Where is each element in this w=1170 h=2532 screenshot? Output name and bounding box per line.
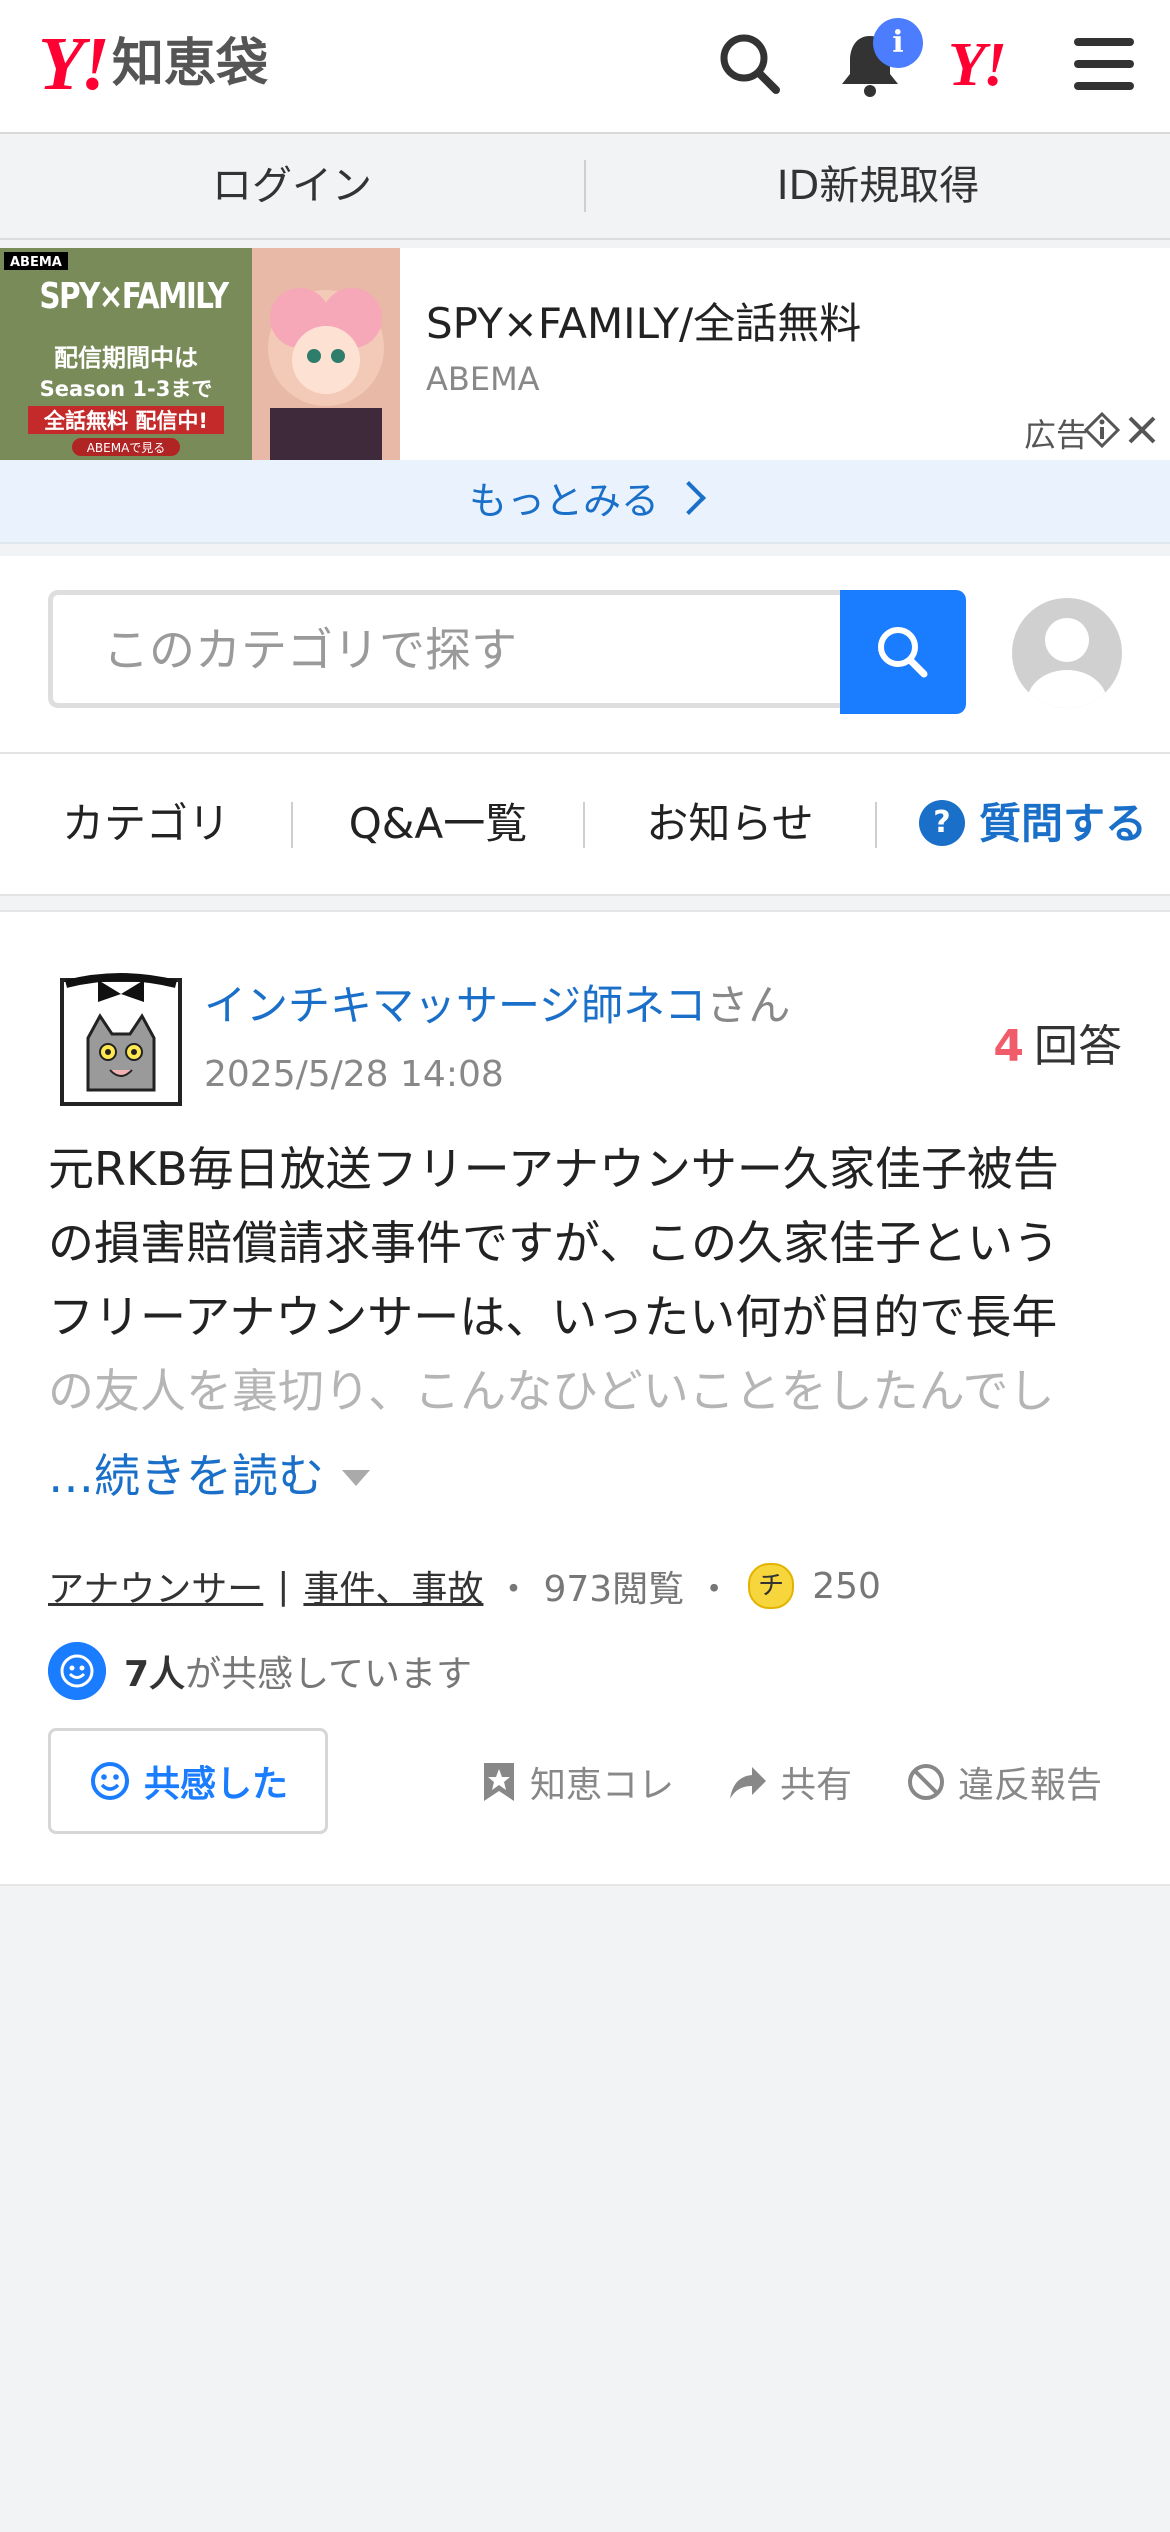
search-box <box>48 590 845 708</box>
report-button[interactable]: 違反報告 <box>906 1756 1102 1808</box>
category-search-area <box>0 556 1170 754</box>
report-label: 違反報告 <box>958 1765 1103 1806</box>
ad-image-line1: 配信期間中は <box>54 344 198 372</box>
signup-link[interactable]: ID新規取得 <box>586 134 1170 238</box>
save-chiecolle-button[interactable]: 知恵コレ <box>480 1756 674 1808</box>
default-avatar-icon <box>1027 618 1107 708</box>
empathy-count: 7人 <box>124 1654 186 1695</box>
user-avatar-cat[interactable] <box>58 972 184 1106</box>
category-link-announcer[interactable]: アナウンサー <box>48 1560 263 1612</box>
yahoo-top-link[interactable]: Y! <box>948 30 1007 101</box>
yahoo-logo-mark: Y! <box>38 22 110 106</box>
ad-label: 広告 <box>1023 416 1088 454</box>
ad-close-icon[interactable] <box>1124 412 1160 448</box>
login-link[interactable]: ログイン <box>0 134 584 238</box>
ad-image-logo: SPY×FAMILY <box>39 274 230 317</box>
ad-info-icon[interactable] <box>1084 412 1120 448</box>
prohibited-icon <box>908 1764 944 1800</box>
tab-category[interactable]: カテゴリ <box>20 754 272 894</box>
meta-dot: ・ <box>495 1569 532 1610</box>
share-arrow-icon <box>730 1767 766 1799</box>
tab-qa-list[interactable]: Q&A一覧 <box>312 754 564 894</box>
search-icon <box>878 627 928 678</box>
ad-image-cta: ABEMAで見る <box>87 441 166 455</box>
ask-label: 質問する <box>978 799 1147 848</box>
question-body-line: フリーアナウンサーは、いったい何が目的で長年 <box>48 1290 1058 1344</box>
hamburger-menu-icon[interactable] <box>1068 28 1140 100</box>
read-more-link[interactable]: …続きを読む <box>48 1440 370 1506</box>
logo-text: 知恵袋 <box>112 34 269 94</box>
author-name: インチキマッサージ師ネコ <box>204 981 707 1030</box>
bookmark-star-icon <box>484 1763 514 1801</box>
user-avatar[interactable] <box>1012 598 1122 708</box>
question-body-line: 元RKB毎日放送フリーアナウンサー久家佳子被告 <box>48 1142 1059 1196</box>
ad-image[interactable]: ABEMA SPY×FAMILY 配信期間中は Season 1-3まで 全話無… <box>0 248 400 460</box>
answer-count-number: 4 <box>993 1021 1024 1072</box>
view-count: 973閲覧 <box>543 1569 685 1610</box>
ad-title[interactable]: SPY×FAMILY/全話無料 <box>426 290 861 351</box>
category-search-input[interactable] <box>53 595 845 705</box>
ad-image-line3: 全話無料 配信中! <box>43 409 208 433</box>
auth-bar: ログイン ID新規取得 <box>0 134 1170 240</box>
ad-image-brand: ABEMA <box>10 255 62 270</box>
answer-count-label: 回答 <box>1034 1021 1122 1072</box>
meta-dot: ・ <box>696 1569 733 1610</box>
read-more-label: …続きを読む <box>48 1449 324 1503</box>
ask-question-button[interactable]: ? 質問する <box>896 754 1170 894</box>
empathy-button[interactable]: 共感した <box>48 1728 328 1834</box>
empathy-summary: 7人 が共感しています <box>48 1642 472 1700</box>
more-label: もっとみる <box>468 479 659 523</box>
share-label: 共有 <box>780 1765 853 1806</box>
smile-outline-icon <box>90 1762 129 1800</box>
question-body: 元RKB毎日放送フリーアナウンサー久家佳子被告 の損害賠償請求事件ですが、この久… <box>48 1132 1122 1428</box>
ad-banner[interactable]: ABEMA SPY×FAMILY 配信期間中は Season 1-3まで 全話無… <box>0 248 1170 460</box>
tab-divider <box>583 802 585 848</box>
question-date: 2025/5/28 14:08 <box>204 1054 504 1095</box>
question-meta: アナウンサー | 事件、事故 ・ 973閲覧 ・ チ 250 <box>48 1560 881 1612</box>
category-separator: | <box>277 1565 290 1607</box>
question-body-line: の損害賠償請求事件ですが、この久家佳子という <box>48 1216 1060 1270</box>
question-icon: ? <box>918 799 965 846</box>
notification-badge: i <box>873 18 923 68</box>
ad-image-line2: Season 1-3まで <box>40 377 213 401</box>
tab-divider <box>291 802 293 848</box>
coin-icon: チ <box>748 1563 795 1609</box>
answer-count[interactable]: 4 回答 <box>993 1010 1122 1074</box>
search-button[interactable] <box>840 590 966 714</box>
chevron-right-icon <box>672 481 706 515</box>
question-author[interactable]: インチキマッサージ師ネコさん <box>204 972 790 1033</box>
search-icon[interactable] <box>714 28 786 100</box>
caret-down-icon <box>342 1470 370 1486</box>
more-ads-link[interactable]: もっとみる <box>0 460 1170 544</box>
tab-divider <box>875 802 877 848</box>
category-tabs: カテゴリ Q&A一覧 お知らせ ? 質問する <box>0 754 1170 896</box>
app-header: Y! 知恵袋 i Y! <box>0 0 1170 134</box>
question-card: インチキマッサージ師ネコさん 2025/5/28 14:08 4 回答 元RKB毎… <box>0 910 1170 1886</box>
category-link-incident[interactable]: 事件、事故 <box>303 1560 483 1612</box>
chiebukuro-logo[interactable]: Y! 知恵袋 <box>38 22 269 106</box>
save-label: 知恵コレ <box>530 1765 675 1806</box>
ad-advertiser: ABEMA <box>426 360 540 398</box>
author-honorific: さん <box>706 981 791 1030</box>
empathy-button-label: 共感した <box>143 1764 288 1805</box>
smile-icon <box>48 1642 106 1700</box>
share-button[interactable]: 共有 <box>728 1756 852 1808</box>
tab-news[interactable]: お知らせ <box>604 754 856 894</box>
empathy-text: が共感しています <box>185 1654 472 1695</box>
question-body-faded-line: の友人を裏切り、こんなひどいことをしたんでし <box>48 1364 1055 1418</box>
coin-count: 250 <box>812 1565 881 1607</box>
